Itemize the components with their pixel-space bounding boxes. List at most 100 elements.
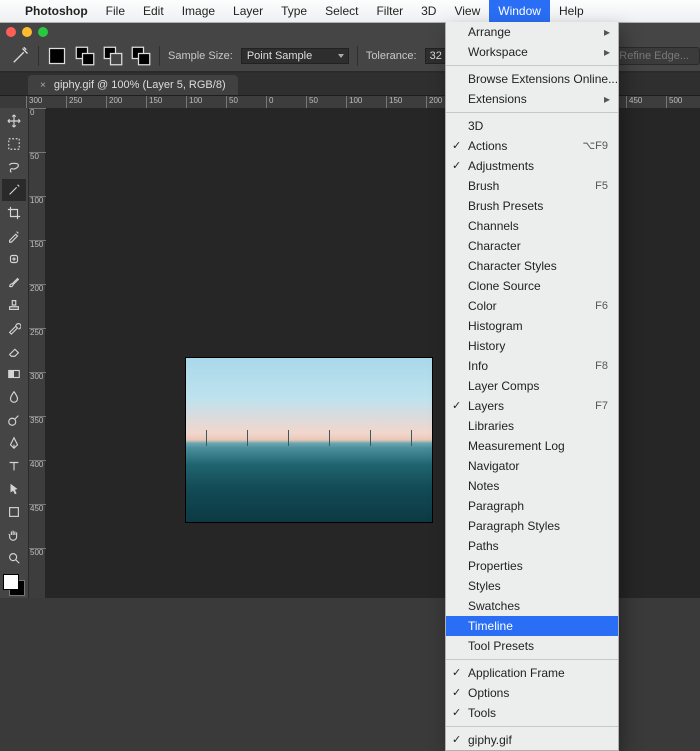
history-brush-tool-icon[interactable] [2,317,26,339]
menu-item-shortcut: F7 [595,398,608,414]
shape-tool-icon[interactable] [2,501,26,523]
menubar-type[interactable]: Type [272,0,316,22]
brush-tool-icon[interactable] [2,271,26,293]
menu-item-paragraph[interactable]: Paragraph [446,496,618,516]
window-minimize-icon[interactable] [22,27,32,37]
crop-tool-icon[interactable] [2,202,26,224]
menu-item-label: Paths [468,539,499,553]
zoom-tool-icon[interactable] [2,547,26,569]
menu-item-extensions[interactable]: Extensions▸ [446,89,618,109]
window-zoom-icon[interactable] [38,27,48,37]
window-menu-dropdown[interactable]: Arrange▸Workspace▸ Browse Extensions Onli… [445,22,619,751]
menubar-app[interactable]: Photoshop [16,0,97,22]
menu-item-measurement-log[interactable]: Measurement Log [446,436,618,456]
menu-item-actions[interactable]: ✓Actions⌥F9 [446,136,618,156]
lasso-tool-icon[interactable] [2,156,26,178]
path-select-tool-icon[interactable] [2,478,26,500]
menubar-window[interactable]: Window [489,0,550,22]
menubar-view[interactable]: View [445,0,489,22]
menu-item-label: Channels [468,219,519,233]
blur-tool-icon[interactable] [2,386,26,408]
menu-item-label: Character Styles [468,259,557,273]
stamp-tool-icon[interactable] [2,294,26,316]
menu-item-info[interactable]: InfoF8 [446,356,618,376]
color-swatches[interactable] [3,574,25,596]
menu-item-giphy-gif[interactable]: ✓giphy.gif [446,730,618,750]
menu-item-brush-presets[interactable]: Brush Presets [446,196,618,216]
marquee-tool-icon[interactable] [2,133,26,155]
menu-item-brush[interactable]: BrushF5 [446,176,618,196]
menu-item-label: Swatches [468,599,520,613]
magic-wand-tool-icon[interactable] [10,46,30,66]
menu-item-workspace[interactable]: Workspace▸ [446,42,618,62]
eraser-tool-icon[interactable] [2,340,26,362]
menu-item-properties[interactable]: Properties [446,556,618,576]
menu-item-3d[interactable]: 3D [446,116,618,136]
menu-item-shortcut: F6 [595,298,608,314]
menu-item-history[interactable]: History [446,336,618,356]
selection-new-icon[interactable] [47,46,67,66]
menubar-3d[interactable]: 3D [412,0,445,22]
menu-item-layer-comps[interactable]: Layer Comps [446,376,618,396]
menu-item-label: Extensions [468,92,527,106]
document-tab[interactable]: × giphy.gif @ 100% (Layer 5, RGB/8) [28,75,238,95]
menu-item-character[interactable]: Character [446,236,618,256]
refine-edge-button[interactable]: Refine Edge... [608,47,700,65]
ruler-tick: 50 [29,152,46,161]
menu-item-swatches[interactable]: Swatches [446,596,618,616]
menu-item-clone-source[interactable]: Clone Source [446,276,618,296]
separator [357,46,358,66]
menu-item-tools[interactable]: ✓Tools [446,703,618,723]
menu-item-paths[interactable]: Paths [446,536,618,556]
tab-close-icon[interactable]: × [40,80,46,91]
menu-item-label: Properties [468,559,523,573]
eyedropper-tool-icon[interactable] [2,225,26,247]
menubar-image[interactable]: Image [173,0,224,22]
hand-tool-icon[interactable] [2,524,26,546]
ruler-tick: 250 [29,328,46,337]
pen-tool-icon[interactable] [2,432,26,454]
menubar-edit[interactable]: Edit [134,0,173,22]
menu-item-tool-presets[interactable]: Tool Presets [446,636,618,656]
menu-item-label: Options [468,686,509,700]
magic-wand-tool-icon[interactable] [2,179,26,201]
check-icon: ✓ [452,732,461,748]
menu-item-paragraph-styles[interactable]: Paragraph Styles [446,516,618,536]
menu-item-adjustments[interactable]: ✓Adjustments [446,156,618,176]
menu-item-navigator[interactable]: Navigator [446,456,618,476]
foreground-color-swatch[interactable] [3,574,19,590]
menubar-select[interactable]: Select [316,0,367,22]
move-tool-icon[interactable] [2,110,26,132]
type-tool-icon[interactable] [2,455,26,477]
window-traffic-lights [6,27,48,37]
menu-item-arrange[interactable]: Arrange▸ [446,22,618,42]
gradient-tool-icon[interactable] [2,363,26,385]
sample-size-select[interactable]: Point Sample [241,48,349,64]
dodge-tool-icon[interactable] [2,409,26,431]
selection-intersect-icon[interactable] [131,46,151,66]
menubar-layer[interactable]: Layer [224,0,272,22]
menubar-file[interactable]: File [97,0,134,22]
menu-item-label: Character [468,239,521,253]
menu-item-styles[interactable]: Styles [446,576,618,596]
menu-item-application-frame[interactable]: ✓Application Frame [446,663,618,683]
healing-tool-icon[interactable] [2,248,26,270]
menu-item-character-styles[interactable]: Character Styles [446,256,618,276]
menubar-help[interactable]: Help [550,0,593,22]
menu-item-channels[interactable]: Channels [446,216,618,236]
menu-item-label: Tools [468,706,496,720]
menu-item-histogram[interactable]: Histogram [446,316,618,336]
menu-item-timeline[interactable]: Timeline [446,616,618,636]
selection-add-icon[interactable] [75,46,95,66]
menu-item-browse-extensions-online[interactable]: Browse Extensions Online... [446,69,618,89]
menu-item-options[interactable]: ✓Options [446,683,618,703]
window-close-icon[interactable] [6,27,16,37]
menu-item-color[interactable]: ColorF6 [446,296,618,316]
document-canvas[interactable] [186,358,432,522]
menu-item-libraries[interactable]: Libraries [446,416,618,436]
menu-item-notes[interactable]: Notes [446,476,618,496]
menu-item-layers[interactable]: ✓LayersF7 [446,396,618,416]
selection-subtract-icon[interactable] [103,46,123,66]
ruler-vertical[interactable]: 050100150200250300350400450500 [29,108,46,598]
menubar-filter[interactable]: Filter [367,0,412,22]
